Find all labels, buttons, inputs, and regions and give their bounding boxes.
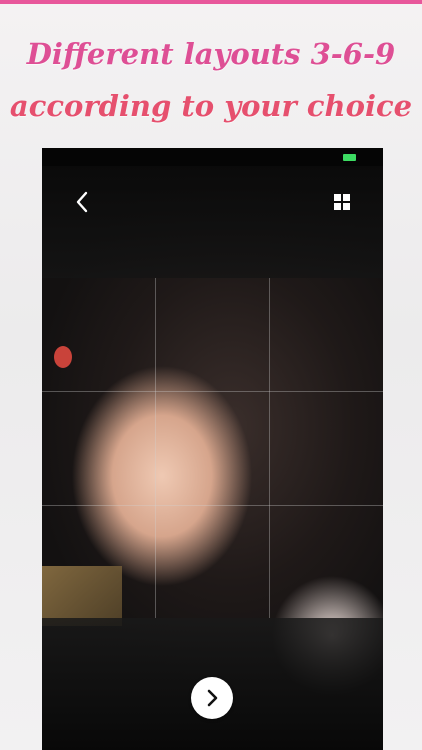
headline-line-2: according to your choice — [9, 89, 413, 123]
chevron-right-icon — [207, 689, 218, 707]
promo-headline: Different layouts 3-6-9 according to you… — [0, 28, 422, 132]
sleeve-detail — [42, 566, 122, 626]
battery-icon — [343, 154, 356, 161]
status-bar — [42, 148, 383, 166]
next-button[interactable] — [191, 677, 233, 719]
grid-2x2-icon — [334, 194, 350, 210]
phone-screen — [42, 148, 383, 750]
top-toolbar — [42, 166, 383, 278]
grid-line-horizontal-2 — [42, 505, 383, 506]
chevron-left-icon — [76, 191, 88, 213]
top-accent-stripe — [0, 0, 422, 4]
grid-line-horizontal-1 — [42, 391, 383, 392]
headline-line-1: Different layouts 3-6-9 — [26, 37, 396, 71]
flower-detail — [54, 346, 72, 368]
back-button[interactable] — [70, 188, 94, 216]
grid-line-vertical-2 — [269, 278, 270, 618]
grid-line-vertical-1 — [155, 278, 156, 618]
layout-grid-button[interactable] — [330, 190, 354, 214]
